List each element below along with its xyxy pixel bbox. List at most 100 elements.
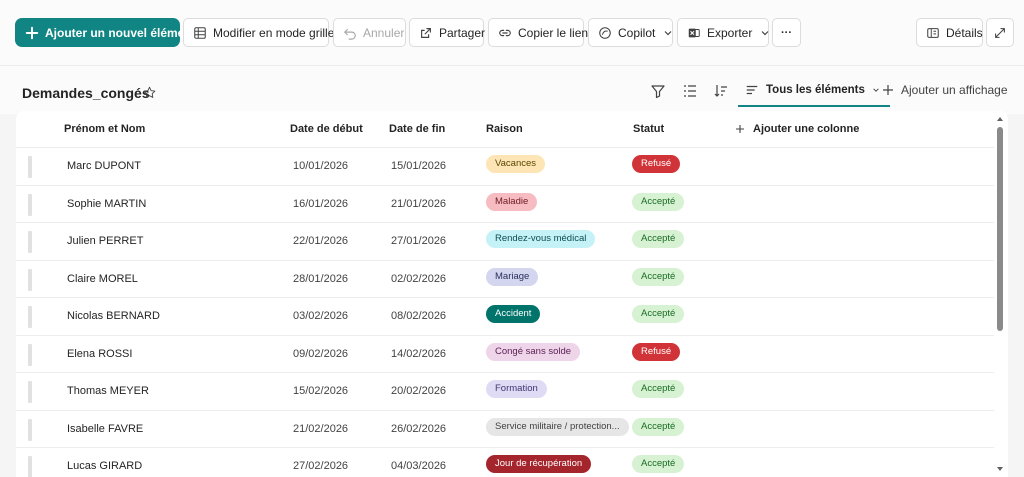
cell-start-date: 16/01/2026 xyxy=(293,197,349,210)
cell-end-date: 08/02/2026 xyxy=(391,310,447,322)
group-icon[interactable] xyxy=(682,83,698,99)
cell-start-date: 21/02/2026 xyxy=(293,422,349,435)
list-header: Demandes_congés Tous les éléments Ajoute… xyxy=(0,66,1024,114)
edit-grid-button[interactable]: Modifier en mode grille xyxy=(183,18,334,47)
table-row[interactable]: Julien PERRET 22/01/2026 27/01/2026 Rendez-… xyxy=(16,223,994,261)
add-view-button[interactable]: Ajouter un affichage xyxy=(882,83,1008,97)
undo-button[interactable]: Annuler xyxy=(333,18,406,47)
reason-pill: Rendez-vous médical xyxy=(486,230,596,248)
undo-icon xyxy=(343,28,356,40)
row-selection-handle[interactable] xyxy=(28,193,32,216)
reason-pill: Accident xyxy=(486,305,541,323)
share-label: Partager xyxy=(439,25,486,40)
status-badge: Accepté xyxy=(632,380,685,398)
cell-end-date: 15/01/2026 xyxy=(391,160,447,172)
plus-icon xyxy=(736,125,744,133)
table-row[interactable]: Claire MOREL 28/01/2026 02/02/2026 Mariage A… xyxy=(16,261,994,298)
row-selection-handle[interactable] xyxy=(28,231,32,253)
status-badge: Accepté xyxy=(632,192,685,211)
table-row[interactable]: Lucas GIRARD 27/02/2026 04/03/2026 Jour de … xyxy=(16,448,994,477)
cell-start-date: 10/01/2026 xyxy=(293,160,349,172)
vertical-scrollbar[interactable] xyxy=(994,113,1006,475)
cell-start-date: 27/02/2026 xyxy=(293,460,349,472)
export-button[interactable]: Exporter xyxy=(677,18,769,47)
undo-label: Annuler xyxy=(363,25,405,40)
row-selection-handle[interactable] xyxy=(28,456,32,477)
cell-name: Elena ROSSI xyxy=(67,347,133,360)
details-icon xyxy=(927,27,939,38)
more-button[interactable]: ··· xyxy=(772,18,801,47)
table-row[interactable]: Isabelle FAVRE 21/02/2026 26/02/2026 Servic… xyxy=(16,411,994,448)
export-label: Exporter xyxy=(707,25,753,40)
table-row[interactable]: Marc DUPONT 10/01/2026 15/01/2026 Vacances R… xyxy=(16,148,994,186)
list-title: Demandes_congés xyxy=(22,85,150,101)
add-item-button[interactable]: Ajouter un nouvel élément xyxy=(15,18,196,47)
status-badge: Refusé xyxy=(632,155,681,173)
column-header-start-date[interactable]: Date de début xyxy=(290,123,363,135)
row-selection-handle[interactable] xyxy=(28,381,32,403)
view-selector-tab[interactable]: Tous les éléments xyxy=(738,75,890,107)
table-row[interactable]: Nicolas BERNARD 03/02/2026 08/02/2026 Accid… xyxy=(16,298,994,336)
cell-end-date: 20/02/2026 xyxy=(391,385,447,397)
cell-name: Julien PERRET xyxy=(67,235,144,247)
cell-name: Sophie MARTIN xyxy=(67,197,147,210)
details-button[interactable]: Détails xyxy=(916,18,983,47)
row-selection-handle[interactable] xyxy=(28,418,32,441)
reason-pill: Service militaire / protection... xyxy=(486,417,629,436)
column-header-end-date[interactable]: Date de fin xyxy=(389,123,445,135)
column-header-reason[interactable]: Raison xyxy=(486,123,523,135)
cell-start-date: 03/02/2026 xyxy=(293,310,349,322)
cell-name: Isabelle FAVRE xyxy=(67,422,144,435)
more-icon: ··· xyxy=(781,26,792,39)
row-selection-handle[interactable] xyxy=(28,306,32,328)
scroll-down-arrow-icon[interactable] xyxy=(996,465,1004,473)
column-header-name[interactable]: Prénom et Nom xyxy=(64,123,145,135)
view-name: Tous les éléments xyxy=(766,84,865,96)
share-icon xyxy=(421,27,431,38)
cell-end-date: 21/01/2026 xyxy=(391,197,447,210)
cell-name: Marc DUPONT xyxy=(67,160,141,172)
sort-icon[interactable] xyxy=(713,83,729,99)
cell-end-date: 14/02/2026 xyxy=(391,347,447,360)
copilot-button[interactable]: Copilot xyxy=(588,18,673,47)
row-selection-handle[interactable] xyxy=(28,268,32,291)
share-button[interactable]: Partager xyxy=(409,18,486,47)
column-header-status[interactable]: Statut xyxy=(633,123,664,135)
export-icon xyxy=(688,28,700,37)
cell-end-date: 27/01/2026 xyxy=(391,235,447,247)
cell-end-date: 26/02/2026 xyxy=(391,422,447,435)
cell-end-date: 02/02/2026 xyxy=(391,272,447,285)
status-badge: Accepté xyxy=(632,455,685,473)
row-selection-handle[interactable] xyxy=(28,156,32,178)
table-row[interactable]: Elena ROSSI 09/02/2026 14/02/2026 Congé san… xyxy=(16,336,994,373)
add-column-label: Ajouter une colonne xyxy=(753,123,860,135)
filter-icon[interactable] xyxy=(650,83,666,99)
reason-pill: Congé sans solde xyxy=(486,342,581,361)
cell-name: Thomas MEYER xyxy=(67,385,149,397)
add-column-button[interactable]: Ajouter une colonne xyxy=(735,123,859,135)
plus-icon xyxy=(883,85,893,95)
status-badge: Accepté xyxy=(632,267,685,286)
copy-link-button[interactable]: Copier le lien xyxy=(488,18,588,47)
cell-name: Nicolas BERNARD xyxy=(67,310,160,322)
star-icon[interactable] xyxy=(143,86,156,99)
add-view-label: Ajouter un affichage xyxy=(901,83,1008,97)
chevron-down-icon xyxy=(761,30,769,35)
copilot-icon xyxy=(599,26,611,39)
row-selection-handle[interactable] xyxy=(28,343,32,366)
status-badge: Refusé xyxy=(632,342,681,361)
table-row[interactable]: Thomas MEYER 15/02/2026 20/02/2026 Formatio… xyxy=(16,373,994,411)
cell-name: Lucas GIRARD xyxy=(67,460,143,472)
table-row[interactable]: Sophie MARTIN 16/01/2026 21/01/2026 Maladie… xyxy=(16,186,994,223)
reason-pill: Vacances xyxy=(486,155,546,173)
expand-button[interactable] xyxy=(986,18,1014,47)
cell-start-date: 28/01/2026 xyxy=(293,272,349,285)
cell-name: Claire MOREL xyxy=(67,272,138,285)
scrollbar-thumb[interactable] xyxy=(997,127,1003,331)
chevron-down-icon xyxy=(664,30,672,35)
scroll-up-arrow-icon[interactable] xyxy=(996,115,1004,123)
copy-link-label: Copier le lien xyxy=(518,25,589,40)
view-list-icon xyxy=(746,85,758,95)
link-icon xyxy=(499,29,511,36)
cell-start-date: 15/02/2026 xyxy=(293,385,349,397)
